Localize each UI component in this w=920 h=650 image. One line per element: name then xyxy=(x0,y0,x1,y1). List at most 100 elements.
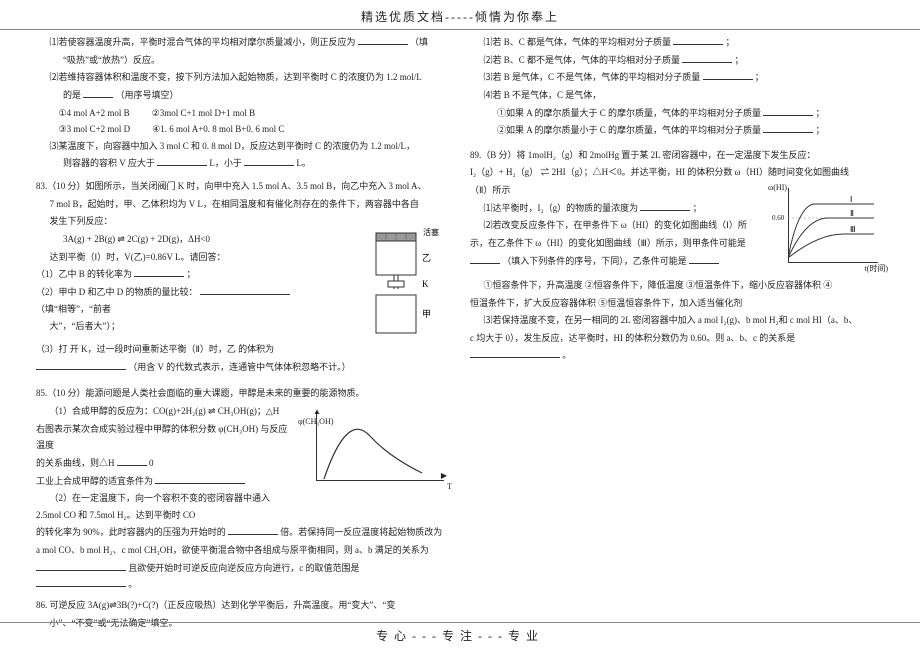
q85-e: （2）在一定温度下，向一个容积不变的密闭容器中通入 2.5mol CO 和 7.… xyxy=(36,490,450,523)
blank[interactable] xyxy=(134,269,184,277)
blank[interactable] xyxy=(703,72,753,80)
opt-d: ④1. 6 mol A+0. 8 mol B+0. 6 mol C xyxy=(152,121,284,138)
blank[interactable] xyxy=(682,55,732,63)
curve-2-label: Ⅱ xyxy=(850,209,854,218)
text: 的转化率为 90%，此时容器内的压强为开始时的 xyxy=(36,527,226,537)
curve-chart: ▲ ▶ φ(CH₃OH) T xyxy=(300,403,450,493)
options-row-2: ③3 mol C+2 mol D ④1. 6 mol A+0. 8 mol B+… xyxy=(36,121,450,138)
q83-i: （用含 V 的代数式表示，连通管中气体体积忽略不计。） xyxy=(36,359,450,376)
blank[interactable] xyxy=(673,37,723,45)
q86: 86. 可逆反应 3A(g)⇌3B(?)+C(?)（正反应吸热）达到化学平衡后，… xyxy=(36,597,450,614)
curve-path xyxy=(322,421,432,481)
q89-opts2: 恒温条件下，扩大反应容器体积 ⑤恒温恒容条件下，加入适当催化剂 xyxy=(470,295,884,312)
x-label: T xyxy=(447,480,452,495)
q83-g: 大”，“后者大”）； xyxy=(36,318,293,335)
opt-b: ②3mol C+1 mol D+1 mol B xyxy=(152,105,255,122)
r4: ⑷若 B 不是气体，C 是气体， xyxy=(470,87,884,104)
q83-f: （2）甲中 D 和乙中 D 的物质的量比较： （填“相等”，“前者 xyxy=(36,284,293,317)
q82-1: ⑴若使容器温度升高，平衡时混合气体的平均相对摩尔质量减小，则正反应为 （填 xyxy=(36,34,450,51)
q89-g: ⑶若保持温度不变，在另一相同的 2L 密闭容器中加入 a mol I₂(g)、b… xyxy=(470,312,884,329)
q82-2b: 的是 （用序号填空） xyxy=(36,87,450,104)
blank[interactable] xyxy=(689,256,719,264)
text: （1）乙中 B 的转化率为 xyxy=(36,269,132,279)
k-label: K xyxy=(422,279,429,289)
q83-eq: 3A(g) + 2B(g) ⇌ 2C(g) + 2D(g)，ΔH<0 xyxy=(36,231,293,248)
text: 的关系曲线，则△H xyxy=(36,458,115,468)
text: （用序号填空） xyxy=(116,90,179,100)
q85-h: 且欲使开始时可逆反应向逆反应方向进行，c 的取值范围是 。 xyxy=(36,560,450,593)
text: ； xyxy=(726,37,735,47)
blank[interactable] xyxy=(470,256,500,264)
text: （用含 V 的代数式表示，连通管中气体体积忽略不计。） xyxy=(128,362,350,372)
r6: ②如果 A 的摩尔质量小于 C 的摩尔质量，气体的平均相对分子质量 ； xyxy=(470,122,884,139)
blank[interactable] xyxy=(157,158,207,166)
left-column: ⑴若使容器温度升高，平衡时混合气体的平均相对摩尔质量减小，则正反应为 （填 “吸… xyxy=(36,34,450,632)
q83-head: 83.（10 分）如图所示，当关闭阀门 K 时，向甲中充入 1.5 mol A、… xyxy=(36,178,450,195)
text: 则容器的容积 V 应大于 xyxy=(63,158,155,168)
text: ； xyxy=(187,269,196,279)
text: c 均大于 0），发生反应，达平衡时，HI 的体积分数仍为 0.60。则 a、b… xyxy=(470,333,795,343)
q89-opts1: ①恒容条件下，升高温度 ②恒容条件下，降低温度 ③恒温条件下，缩小反应容器体积 … xyxy=(470,277,884,294)
r5: ①如果 A 的摩尔质量大于 C 的摩尔质量，气体的平均相对分子质量 ； xyxy=(470,105,884,122)
r2: ⑵若 B、C 都不是气体，气体的平均相对分子质量 ； xyxy=(470,52,884,69)
omega-chart: ω(HI) t(时间) 0.60 Ⅰ Ⅱ Ⅲ xyxy=(774,182,884,277)
q82-3b: 则容器的容积 V 应大于 L，小于 L。 xyxy=(36,155,450,172)
q85: 85.（10 分）能源问题是人类社会面临的重大课题，甲醇是未来的重要的能源物质。 xyxy=(36,385,450,402)
text: 0 xyxy=(149,458,154,468)
blank[interactable] xyxy=(228,527,278,535)
q89-eq: I₂（g）+ H₂（g） ⇌ 2HI（g）；△H＜0。并达平衡，HI 的体积分数… xyxy=(470,164,884,181)
text: ②如果 A 的摩尔质量小于 C 的摩尔质量，气体的平均相对分子质量 xyxy=(497,125,761,135)
opt-c: ③3 mol C+2 mol D xyxy=(59,121,131,138)
text: ； xyxy=(755,72,764,82)
text: ①如果 A 的摩尔质量大于 C 的摩尔质量，气体的平均相对分子质量 xyxy=(497,108,761,118)
text: ； xyxy=(816,108,825,118)
page-header: 精选优质文档-----倾情为你奉上 xyxy=(0,0,920,30)
arrow-right-icon: ▶ xyxy=(441,469,447,484)
text: （2）甲中 D 和乙中 D 的物质的量比较： xyxy=(36,287,198,297)
blank[interactable] xyxy=(36,362,126,370)
q85-f: 的转化率为 90%，此时容器内的压强为开始时的 倍。若保持同一反应温度将起始物质… xyxy=(36,524,450,541)
q89-h: c 均大于 0），发生反应，达平衡时，HI 的体积分数仍为 0.60。则 a、b… xyxy=(470,330,884,363)
text: ； xyxy=(816,125,825,135)
opt-a: ①4 mol A+2 mol B xyxy=(59,105,130,122)
q83-diagram-block: 3A(g) + 2B(g) ⇌ 2C(g) + 2D(g)，ΔH<0 达到平衡（… xyxy=(36,231,450,341)
blank[interactable] xyxy=(763,125,813,133)
val-060: 0.60 xyxy=(772,212,784,225)
text: 的是 xyxy=(63,90,81,100)
blank[interactable] xyxy=(36,579,126,587)
text: L。 xyxy=(296,158,311,168)
blank[interactable] xyxy=(83,90,113,98)
r3: ⑶若 B 是气体，C 不是气体，气体的平均相对分子质量 ； xyxy=(470,69,884,86)
q83-e: （1）乙中 B 的转化率为 ； xyxy=(36,266,293,283)
blank[interactable] xyxy=(244,158,294,166)
blank[interactable] xyxy=(200,287,290,295)
q83-h: （3）打 开 K，过一段时间重新达平衡（Ⅱ）时，乙 的体积为 xyxy=(36,341,450,358)
text: L，小于 xyxy=(209,158,242,168)
text: 。 xyxy=(128,579,137,589)
curve-3-label: Ⅲ xyxy=(850,225,856,234)
r1: ⑴若 B、C 都是气体，气体的平均相对分子质量 ； xyxy=(470,34,884,51)
text: 且欲使开始时可逆反应向逆反应方向进行，c 的取值范围是 xyxy=(128,563,359,573)
text: ⑴达平衡时，I₂（g）的物质的量浓度为 xyxy=(484,203,639,213)
blank[interactable] xyxy=(36,563,126,571)
blank[interactable] xyxy=(117,458,147,466)
blank[interactable] xyxy=(470,350,560,358)
options-row-1: ①4 mol A+2 mol B ②3mol C+1 mol D+1 mol B xyxy=(36,105,450,122)
text: ⑶若 B 是气体，C 不是气体，气体的平均相对分子质量 xyxy=(484,72,701,82)
text: ⑴若 B、C 都是气体，气体的平均相对分子质量 xyxy=(484,37,672,47)
yi-label: 乙 xyxy=(422,253,431,263)
text: ⑴若使容器温度升高，平衡时混合气体的平均相对摩尔质量减小，则正反应为 xyxy=(50,37,356,47)
text: ； xyxy=(735,55,744,65)
q83-d: 达到平衡（Ⅰ）时，V(乙)=0.86V L。请回答： xyxy=(36,249,293,266)
jia-label: 甲 xyxy=(422,309,431,319)
y-label: ω(HI) xyxy=(768,181,787,196)
blank[interactable] xyxy=(155,475,245,483)
page-footer: 专心---专注---专业 xyxy=(0,622,920,644)
blank[interactable] xyxy=(358,37,408,45)
piston-label: 活塞 xyxy=(423,227,439,237)
x-label: t(时间) xyxy=(864,262,888,277)
blank[interactable] xyxy=(640,203,690,211)
text: ； xyxy=(693,203,702,213)
q85-g: a mol CO、b mol H₂、c mol CH₃OH，欲使平衡混合物中各组… xyxy=(36,542,450,559)
blank[interactable] xyxy=(763,107,813,115)
